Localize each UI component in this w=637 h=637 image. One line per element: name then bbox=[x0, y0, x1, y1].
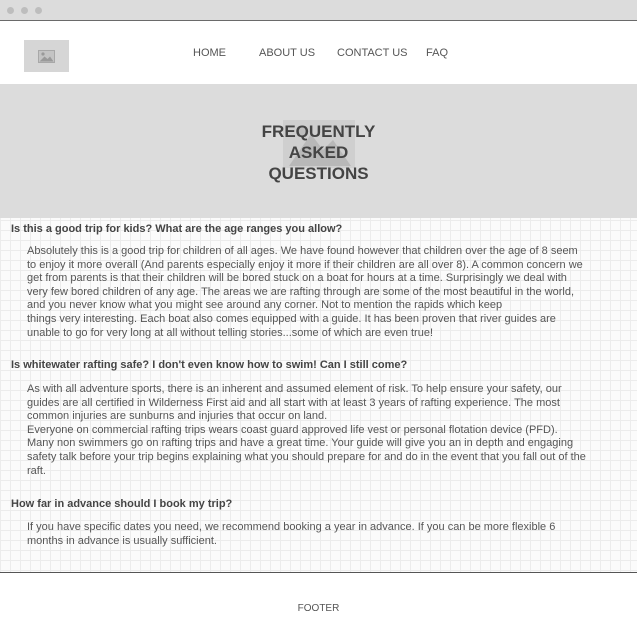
faq-answer-line: Absolutely this is a good trip for child… bbox=[27, 245, 578, 257]
faq-answer-line: As with all adventure sports, there is a… bbox=[27, 383, 562, 395]
faq-question: How far in advance should I book my trip… bbox=[11, 498, 233, 510]
hero-banner: FREQUENTLY ASKED QUESTIONS bbox=[0, 84, 637, 218]
page-title-line: QUESTIONS bbox=[268, 164, 369, 183]
faq-answer-line: unable to go for very long at all withou… bbox=[27, 326, 433, 339]
faq-answer-line: things very interesting. Each boat also … bbox=[27, 312, 556, 325]
faq-answer-line: Many non swimmers go on rafting trips an… bbox=[27, 437, 574, 450]
faq-answer-line: raft. bbox=[27, 464, 46, 477]
page-title-line: ASKED bbox=[288, 143, 349, 162]
site-footer: FOOTER bbox=[0, 572, 637, 637]
faq-answer: As with all adventure sports, there is a… bbox=[27, 383, 627, 478]
faq-question: Is whitewater rafting safe? I don't even… bbox=[11, 359, 408, 371]
nav-faq-link[interactable]: FAQ bbox=[426, 47, 448, 59]
nav-home-link[interactable]: HOME bbox=[193, 47, 226, 59]
faq-answer-line: months in advance is usually sufficient. bbox=[27, 534, 217, 547]
faq-answer: Absolutely this is a good trip for child… bbox=[27, 245, 627, 340]
page-title: FREQUENTLY ASKED QUESTIONS bbox=[0, 121, 637, 184]
image-placeholder-icon bbox=[38, 49, 55, 63]
browser-titlebar bbox=[0, 0, 637, 21]
faq-answer-line: guides are all certified in Wilderness F… bbox=[27, 396, 560, 409]
window-maximize-dot[interactable] bbox=[35, 7, 42, 14]
nav-contact-us-link[interactable]: CONTACT US bbox=[337, 47, 408, 59]
page-title-line: FREQUENTLY bbox=[261, 122, 376, 141]
faq-answer-line: If you have specific dates you need, we … bbox=[27, 521, 556, 533]
footer-label: FOOTER bbox=[297, 603, 340, 614]
faq-answer-line: Everyone on commercial rafting trips wea… bbox=[27, 423, 558, 436]
logo-placeholder[interactable] bbox=[24, 40, 69, 72]
site-header: HOME ABOUT US CONTACT US FAQ bbox=[0, 21, 637, 84]
window-minimize-dot[interactable] bbox=[21, 7, 28, 14]
faq-answer-line: common injuries are sunburns and injurie… bbox=[27, 410, 328, 423]
faq-answer: If you have specific dates you need, we … bbox=[27, 521, 627, 548]
faq-answer-line: get from parents is that their children … bbox=[27, 272, 567, 285]
window-close-dot[interactable] bbox=[7, 7, 14, 14]
faq-answer-line: safety talk before your trip begins expl… bbox=[27, 450, 586, 463]
nav-about-us-link[interactable]: ABOUT US bbox=[259, 47, 315, 59]
faq-question: Is this a good trip for kids? What are t… bbox=[11, 223, 343, 235]
faq-answer-line: very few bored children of any age. The … bbox=[27, 285, 575, 298]
faq-answer-line: to enjoy it more overall (And parents es… bbox=[27, 258, 583, 271]
faq-answer-line: and you never know what you might see ar… bbox=[27, 299, 503, 312]
